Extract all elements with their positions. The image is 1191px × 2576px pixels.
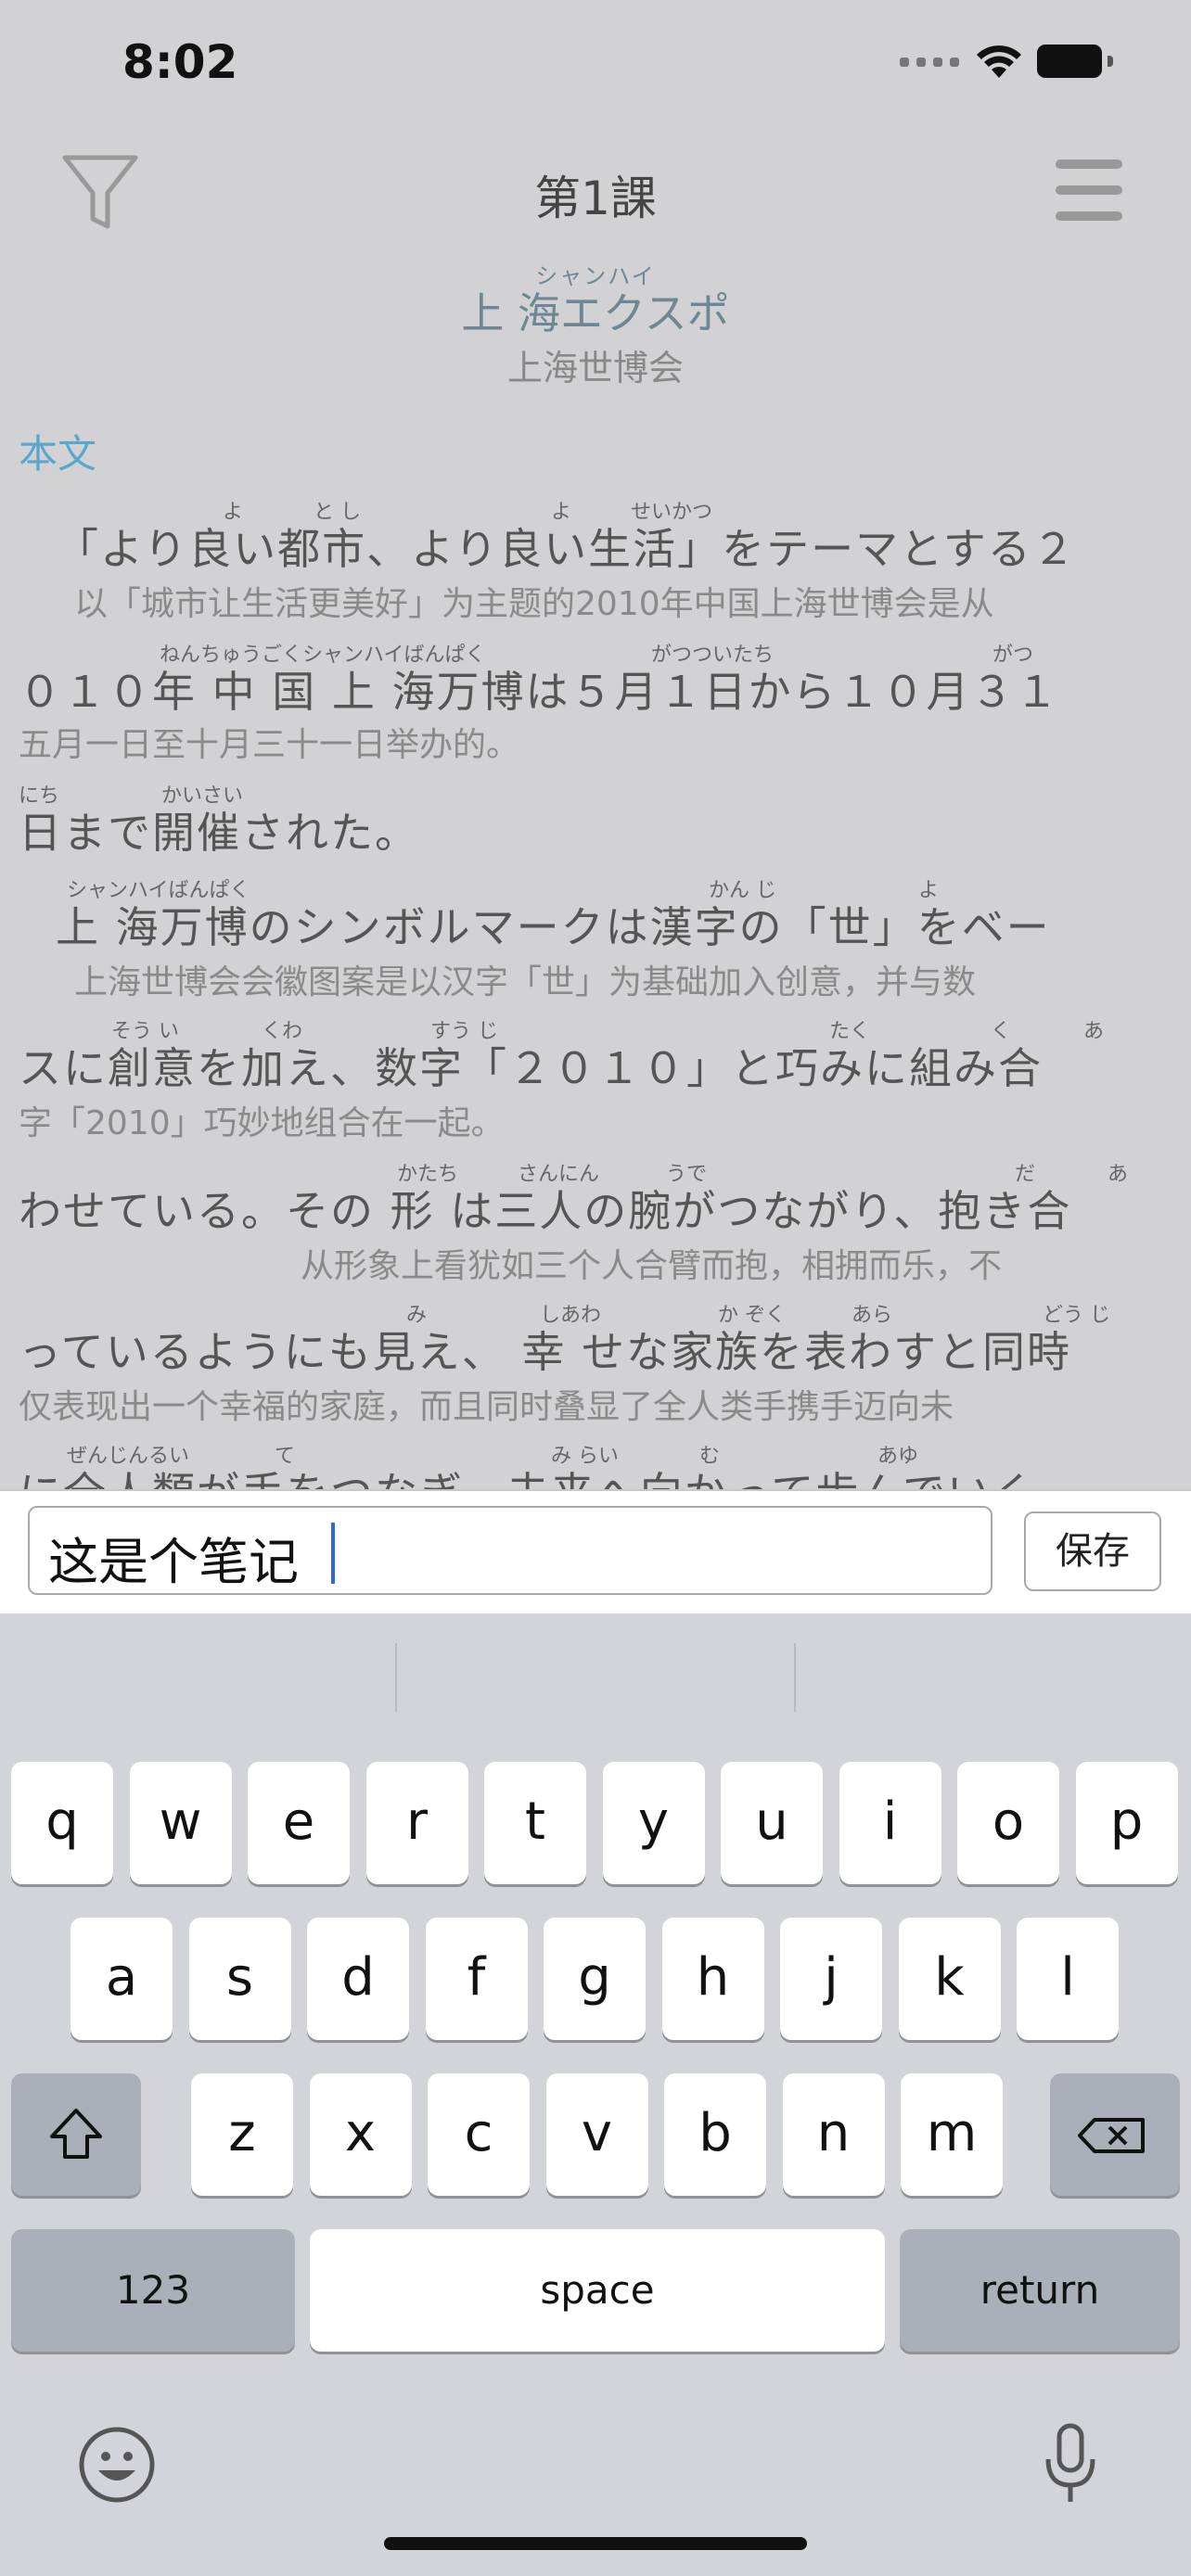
emoji-icon[interactable]: [78, 2426, 156, 2507]
key-y[interactable]: y: [602, 1762, 705, 1884]
suggestion-divider: [395, 1643, 397, 1712]
lesson-title: 上 海エクスポ: [461, 288, 730, 338]
battery-icon: [1037, 45, 1113, 78]
japanese-text-line[interactable]: わせている。その 形 は三人の腕がつながり、抱き合: [19, 1178, 1071, 1239]
chinese-translation-line: 仅表现出一个幸福的家庭，而且同时叠显了全人类手携手迈向未: [19, 1388, 954, 1426]
key-r[interactable]: r: [365, 1762, 468, 1884]
key-c[interactable]: c: [428, 2073, 530, 2196]
menu-icon[interactable]: [1056, 159, 1122, 237]
key-x[interactable]: x: [309, 2073, 412, 2196]
japanese-text-line[interactable]: 上 海万博のシンボルマークは漢字の「世」をベー: [56, 894, 1051, 955]
japanese-text-line[interactable]: 「より良い都市、より良い生活」をテーマとする２: [56, 516, 1077, 577]
key-w[interactable]: w: [129, 1762, 232, 1884]
page-title: 第1課: [534, 172, 657, 225]
key-m[interactable]: m: [901, 2073, 1003, 2196]
key-z[interactable]: z: [191, 2073, 293, 2196]
key-n[interactable]: n: [782, 2073, 885, 2196]
wifi-icon: [974, 41, 1024, 83]
status-time: 8:02: [122, 35, 238, 89]
key-s[interactable]: s: [188, 1918, 291, 2040]
key-e[interactable]: e: [248, 1762, 350, 1884]
key-f[interactable]: f: [425, 1918, 528, 2040]
key-q[interactable]: q: [11, 1762, 113, 1884]
suggestion-divider: [794, 1643, 796, 1712]
chinese-translation-line: 字「2010」巧妙地组合在一起。: [19, 1104, 505, 1142]
key-t[interactable]: t: [484, 1762, 586, 1884]
shift-icon: [50, 2109, 102, 2159]
key-p[interactable]: p: [1075, 1762, 1178, 1884]
ruby-annotation: あ: [1108, 1163, 1129, 1186]
chinese-translation-line: 从形象上看犹如三个人合臂而抱，相拥而乐，不: [301, 1247, 1003, 1285]
backspace-icon: [1078, 2118, 1145, 2153]
chinese-translation-line: 以「城市让生活更美好」为主题的2010年中国上海世博会是从: [74, 585, 994, 623]
microphone-icon[interactable]: [1043, 2422, 1098, 2509]
japanese-text-line[interactable]: スに創意を加え、数字「２０１０」と巧みに組み合: [19, 1035, 1043, 1096]
key-v[interactable]: v: [545, 2073, 648, 2196]
key-b[interactable]: b: [664, 2073, 766, 2196]
cellular-signal-icon: [900, 52, 965, 67]
key-i[interactable]: i: [839, 1762, 941, 1884]
key-u[interactable]: u: [721, 1762, 823, 1884]
japanese-text-line[interactable]: っているようにも見え、 幸 せな家族を表わすと同時: [19, 1319, 1071, 1380]
key-h[interactable]: h: [661, 1918, 764, 2040]
space-key[interactable]: space: [310, 2229, 885, 2352]
note-input-value[interactable]: 这是个笔记: [48, 1521, 299, 1594]
key-l[interactable]: l: [1017, 1918, 1119, 2040]
key-a[interactable]: a: [70, 1918, 173, 2040]
home-indicator: [384, 2537, 807, 2550]
key-d[interactable]: d: [307, 1918, 409, 2040]
japanese-text-line[interactable]: ０１０年 中 国 上 海万博は５月１日から１０月３１: [19, 658, 1060, 720]
key-o[interactable]: o: [957, 1762, 1059, 1884]
shift-key[interactable]: [11, 2073, 141, 2196]
save-button[interactable]: 保存: [1024, 1511, 1161, 1591]
chinese-translation-line: 上海世博会会徽图案是以汉字「世」为基础加入创意，并与数: [74, 963, 977, 1001]
ruby-annotation: あ: [1083, 1020, 1105, 1043]
return-key[interactable]: return: [900, 2229, 1180, 2352]
japanese-text-line[interactable]: 日まで開催された。: [19, 799, 419, 861]
chinese-translation-line: 五月一日至十月三十一日举办的。: [19, 726, 520, 764]
text-cursor: [331, 1523, 335, 1584]
section-label: 本文: [19, 431, 97, 477]
delete-key[interactable]: [1050, 2073, 1180, 2196]
numbers-key[interactable]: 123: [11, 2229, 295, 2352]
key-j[interactable]: j: [780, 1918, 882, 2040]
key-k[interactable]: k: [898, 1918, 1001, 2040]
key-g[interactable]: g: [544, 1918, 646, 2040]
lesson-subtitle: 上海世博会: [506, 348, 684, 389]
